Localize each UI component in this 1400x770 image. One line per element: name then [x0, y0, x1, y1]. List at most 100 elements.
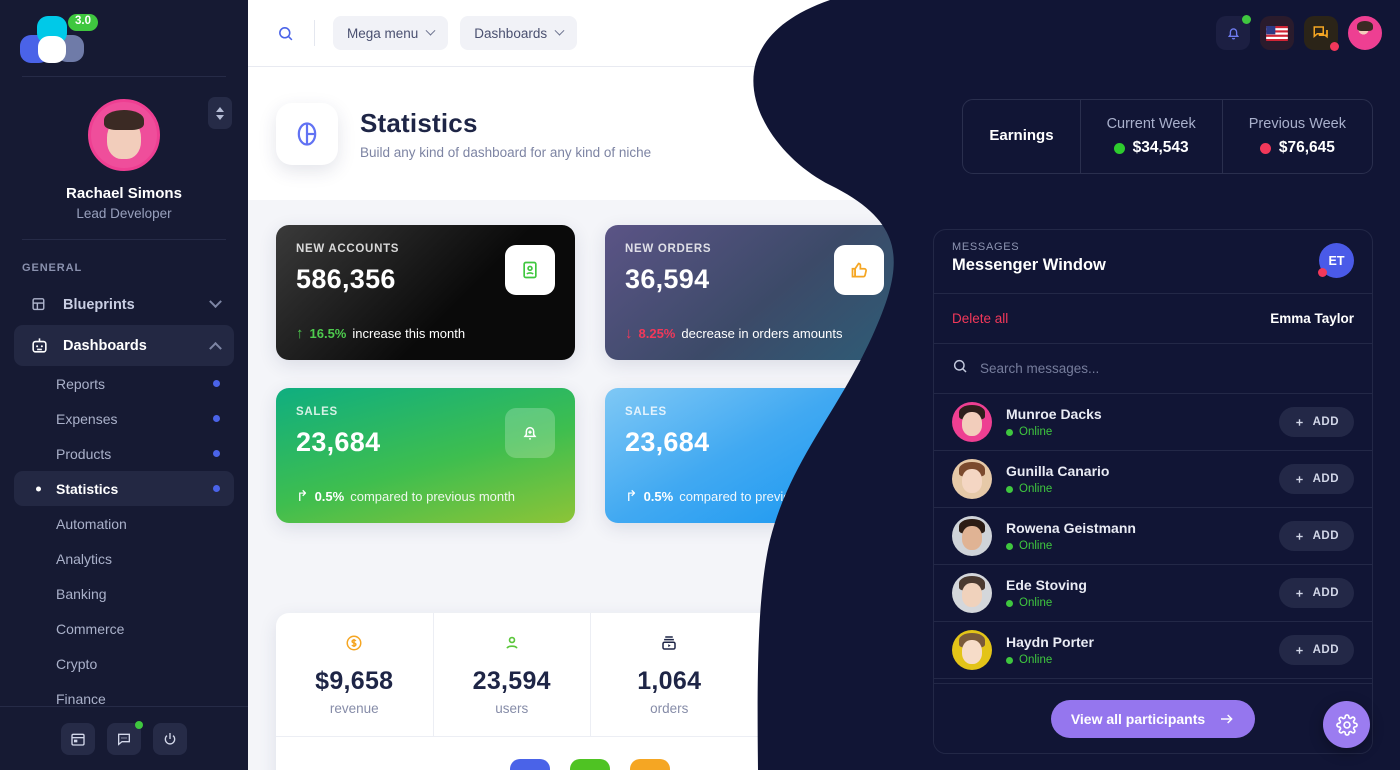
add-label: ADD: [1312, 416, 1339, 428]
contact-name: Ede Stoving: [1006, 577, 1087, 593]
contact-status: Online: [1006, 597, 1087, 609]
dashboards-menu-button[interactable]: Dashboards: [460, 16, 578, 50]
sidebar-item-label: Blueprints: [63, 296, 135, 313]
counter-icon: [816, 635, 836, 656]
sidebar-subitem-expenses[interactable]: Expenses: [14, 401, 234, 436]
contact-row[interactable]: Ede Stoving Online ADD: [934, 565, 1372, 622]
add-contact-button[interactable]: ADD: [1278, 635, 1354, 665]
map-pin-button[interactable]: [570, 758, 610, 770]
messages-icon[interactable]: [1304, 16, 1339, 51]
chevron-up-icon: [216, 106, 224, 112]
stat-card-sales-green[interactable]: SALES 23,684 ↱ 0.5% compared to previous…: [276, 388, 575, 523]
brand-logo[interactable]: 3.0: [0, 0, 248, 76]
stat-card-note: compared to previous month: [679, 488, 844, 504]
messenger-search: [934, 344, 1372, 394]
stat-card-percent: 16.5%: [309, 326, 347, 341]
user-icon: [503, 634, 521, 657]
power-button[interactable]: [153, 722, 187, 755]
current-user-name: Emma Taylor: [1270, 311, 1354, 326]
arrow-right-icon: [1221, 713, 1233, 724]
sidebar-subitem-statistics[interactable]: Statistics: [14, 471, 234, 506]
earnings-value: $34,543: [1132, 139, 1189, 156]
chat-button[interactable]: [107, 720, 143, 755]
metric-label: orders: [650, 700, 689, 716]
stat-card-new-accounts[interactable]: NEW ACCOUNTS 586,356 ↑ 16.5% increase th…: [276, 225, 575, 360]
contact-name: Gunilla Canario: [1006, 463, 1110, 479]
contact-status-label: Online: [1019, 540, 1053, 552]
calendar-button[interactable]: [61, 722, 95, 755]
stat-card-new-orders[interactable]: NEW ORDERS 36,594 ↓ 8.25% decrease in or…: [605, 225, 904, 360]
search-icon: [952, 358, 968, 379]
sidebar-item-dashboards[interactable]: Dashboards: [14, 325, 234, 366]
add-contact-button[interactable]: ADD: [1278, 521, 1354, 551]
store-add-button[interactable]: [630, 758, 670, 770]
sidebar-subitem-products[interactable]: Products: [14, 436, 234, 471]
messenger-footer: View all participants: [934, 683, 1372, 753]
messenger-user-avatar[interactable]: ET: [1318, 243, 1354, 278]
trend-arrow-icon: ↑: [296, 325, 304, 342]
avatar-face: [962, 412, 982, 436]
settings-fab-button[interactable]: [1323, 701, 1370, 748]
sidebar-item-blueprints[interactable]: Blueprints: [14, 284, 234, 325]
add-button[interactable]: [510, 758, 550, 770]
thumbs-up-icon: [834, 245, 884, 295]
contact-row[interactable]: Rowena Geistmann Online ADD: [934, 508, 1372, 565]
contact-row[interactable]: Gunilla Canario Online ADD: [934, 451, 1372, 508]
metric-orders-2: 9,678M orders: [748, 613, 905, 736]
status-dot-green: [1006, 485, 1013, 493]
pie-chart-icon: [276, 102, 338, 165]
sidebar-subitem-reports[interactable]: Reports: [14, 366, 234, 401]
profile-avatar[interactable]: [88, 99, 160, 171]
metric-label: revenue: [329, 700, 379, 716]
sidebar-subitem-crypto[interactable]: Crypto: [14, 646, 234, 681]
sidebar-subitem-analytics[interactable]: Analytics: [14, 541, 234, 576]
dashboards-menu-label: Dashboards: [474, 25, 548, 41]
contact-status-label: Online: [1019, 483, 1053, 495]
status-dot-green: [1006, 599, 1013, 607]
sidebar-subitem-finance[interactable]: Finance: [14, 681, 234, 707]
avatar: [952, 459, 992, 499]
add-contact-button[interactable]: ADD: [1278, 578, 1354, 608]
bell-icon[interactable]: [1216, 15, 1251, 50]
contact-row[interactable]: Munroe Dacks Online ADD: [934, 394, 1372, 451]
search-icon[interactable]: [270, 18, 300, 48]
search-input[interactable]: [980, 361, 1280, 376]
avatar-face: [962, 583, 982, 607]
add-label: ADD: [1312, 473, 1339, 485]
mega-menu-button[interactable]: Mega menu: [333, 16, 449, 50]
sidebar-subitem-commerce[interactable]: Commerce: [14, 611, 234, 646]
add-contact-button[interactable]: ADD: [1278, 464, 1354, 494]
stat-card-footer: ↑ 16.5% increase this month: [296, 325, 465, 342]
add-contact-button[interactable]: ADD: [1278, 407, 1354, 437]
contact-info: Haydn Porter Online: [1006, 634, 1094, 666]
status-dot: [213, 380, 220, 387]
header-avatar[interactable]: [1348, 16, 1382, 50]
delete-all-button[interactable]: Delete all: [952, 311, 1008, 326]
layout-icon: [28, 294, 50, 316]
contact-status-label: Online: [1019, 654, 1053, 666]
status-dot-green: [1006, 542, 1013, 550]
nav-section-label: GENERAL: [22, 262, 83, 274]
contact-status: Online: [1006, 426, 1102, 438]
stat-card-footer: ↱ 0.5% compared to previous month: [625, 487, 844, 505]
bell-plus-icon: [505, 408, 555, 458]
metric-value: 9,678M: [783, 665, 869, 694]
stat-card-sales-blue[interactable]: SALES 23,684 ↱ 0.5% compared to previous…: [605, 388, 904, 523]
chevron-down-icon: [425, 25, 436, 36]
coin-icon: [345, 634, 363, 657]
unread-dot: [1330, 42, 1339, 51]
contact-info: Gunilla Canario Online: [1006, 463, 1109, 495]
flag-usa-icon[interactable]: [1260, 16, 1294, 50]
profile-role: Lead Developer: [76, 206, 172, 221]
trend-arrow-icon: ↓: [625, 325, 633, 342]
profile-switch-button[interactable]: [208, 97, 232, 129]
sidebar-subitem-automation[interactable]: Automation: [14, 506, 234, 541]
view-all-participants-button[interactable]: View all participants: [1050, 699, 1256, 738]
sidebar-subitem-banking[interactable]: Banking: [14, 576, 234, 611]
contact-row[interactable]: Haydn Porter Online ADD: [934, 622, 1372, 679]
contact-status: Online: [1006, 483, 1109, 495]
stat-card-footer: ↱ 0.5% compared to previous month: [296, 487, 515, 505]
avatar-initials: ET: [1328, 253, 1345, 268]
avatar-face: [962, 469, 982, 493]
profile-block: Rachael Simons Lead Developer: [0, 77, 248, 239]
